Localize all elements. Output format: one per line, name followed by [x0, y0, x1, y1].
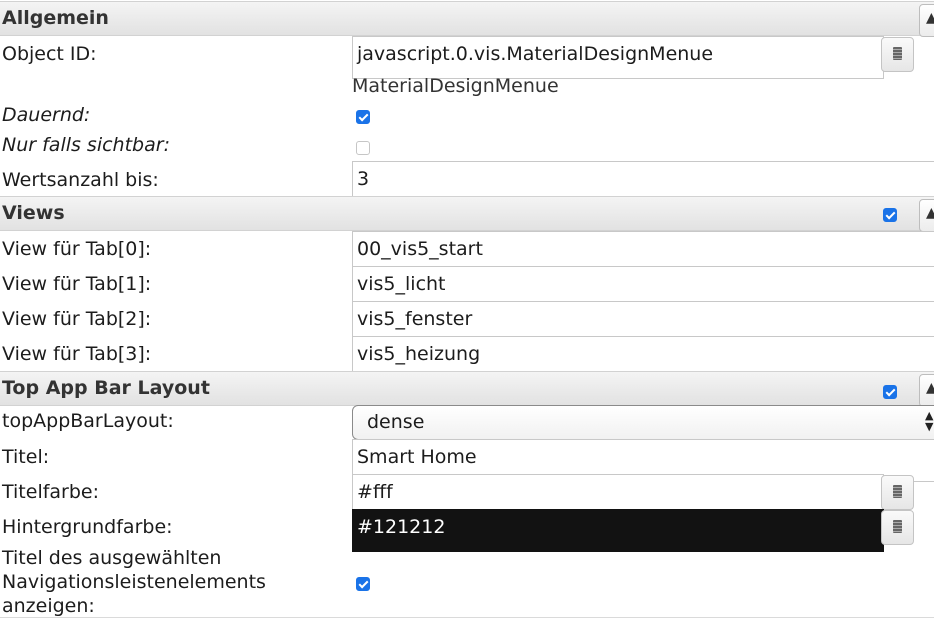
titelfarbe-picker-button[interactable]: [881, 475, 914, 510]
divider: [0, 617, 934, 618]
top-app-bar-layout-value: dense: [367, 411, 425, 433]
collapse-views-button[interactable]: ▲: [919, 199, 934, 232]
hintergrundfarbe-picker-button[interactable]: [881, 510, 914, 545]
object-id-picker-button[interactable]: [881, 37, 914, 72]
wertsanzahl-label: Wertsanzahl bis:: [2, 169, 159, 191]
chevron-up-icon: ▲: [926, 10, 934, 26]
dauernd-checkbox[interactable]: [356, 110, 370, 124]
list-picker-icon: [893, 47, 902, 60]
hintergrundfarbe-input[interactable]: #121212: [352, 509, 884, 552]
nur-falls-sichtbar-label: Nur falls sichtbar:: [2, 134, 170, 156]
view-tab-2-label: View für Tab[2]:: [2, 308, 152, 330]
dauernd-label: Dauernd:: [2, 104, 91, 126]
nur-falls-sichtbar-checkbox[interactable]: [356, 141, 370, 155]
color-picker-icon: [893, 520, 902, 533]
show-selected-title-label-line-3: anzeigen:: [2, 595, 95, 617]
top-app-bar-enable-checkbox[interactable]: [883, 385, 897, 399]
object-id-name: MaterialDesignMenue: [352, 75, 559, 97]
titelfarbe-label: Titelfarbe:: [2, 481, 100, 503]
section-title-views: Views: [2, 202, 65, 224]
section-title-general: Allgemein: [2, 7, 109, 29]
section-header-top-app-bar[interactable]: Top App Bar Layout ▲: [0, 371, 934, 407]
view-tab-1-label: View für Tab[1]:: [2, 273, 152, 295]
chevron-up-icon: ▲: [926, 380, 934, 396]
show-selected-title-checkbox[interactable]: [356, 577, 370, 591]
section-header-views[interactable]: Views ▲: [0, 196, 934, 232]
show-selected-title-label-line-1: Titel des ausgewählten: [2, 547, 222, 569]
object-id-label: Object ID:: [2, 43, 97, 65]
section-header-general[interactable]: Allgemein ▲: [0, 1, 934, 37]
view-tab-0-label: View für Tab[0]:: [2, 238, 152, 260]
color-picker-icon: [893, 485, 902, 498]
collapse-top-app-bar-button[interactable]: ▲: [919, 374, 934, 407]
view-tab-3-label: View für Tab[3]:: [2, 343, 152, 365]
chevron-up-icon: ▲: [926, 205, 934, 221]
object-id-input[interactable]: javascript.0.vis.MaterialDesignMenue: [352, 36, 884, 79]
select-updown-icon: ▲ ▼: [925, 409, 934, 433]
top-app-bar-layout-label: topAppBarLayout:: [2, 410, 174, 432]
titel-label: Titel:: [2, 446, 50, 468]
collapse-general-button[interactable]: ▲: [919, 4, 934, 37]
section-title-top-app-bar: Top App Bar Layout: [2, 377, 210, 399]
views-enable-checkbox[interactable]: [883, 208, 897, 222]
top-app-bar-layout-select[interactable]: dense ▲ ▼: [352, 405, 934, 440]
show-selected-title-label-line-2: Navigationsleistenelements: [2, 571, 266, 593]
hintergrundfarbe-label: Hintergrundfarbe:: [2, 516, 173, 538]
